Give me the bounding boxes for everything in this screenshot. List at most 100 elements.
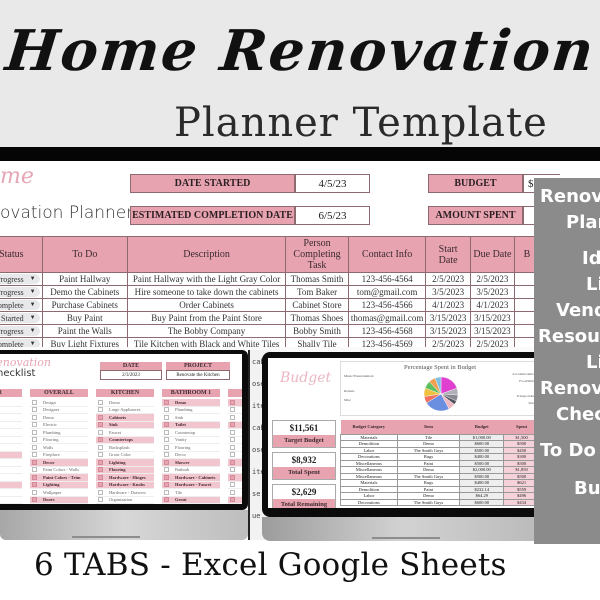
checkbox[interactable] bbox=[230, 459, 235, 465]
est-completion-field[interactable]: 6/5/23 bbox=[295, 206, 370, 225]
checklist-item[interactable] bbox=[228, 482, 242, 489]
checklist-item[interactable]: Doors bbox=[30, 496, 88, 504]
checkbox-unchecked[interactable] bbox=[98, 489, 103, 495]
checklist-item[interactable] bbox=[228, 444, 242, 452]
person-cell[interactable]: Cabinet Store bbox=[285, 298, 349, 312]
checklist-item[interactable]: Demo bbox=[96, 399, 154, 407]
checklist-item[interactable] bbox=[228, 437, 242, 444]
checklist-item[interactable]: Lighting bbox=[30, 481, 88, 489]
checkbox-unchecked[interactable] bbox=[32, 437, 37, 443]
checkbox-unchecked[interactable] bbox=[98, 407, 103, 413]
checklist-item[interactable] bbox=[0, 497, 22, 504]
start-date-cell[interactable]: 3/5/2023 bbox=[425, 285, 471, 299]
person-cell[interactable]: Thomas Shoes bbox=[285, 311, 349, 325]
checkbox-unchecked[interactable] bbox=[164, 444, 169, 450]
checklist-item[interactable] bbox=[228, 414, 242, 422]
description-cell[interactable]: Hire someone to take down the cabinets bbox=[126, 285, 287, 299]
checklist-item[interactable]: Sink bbox=[96, 421, 154, 429]
checkbox-unchecked[interactable] bbox=[164, 429, 169, 435]
checklist-item[interactable]: Backsplash bbox=[96, 444, 154, 452]
checkbox-checked[interactable] bbox=[164, 459, 169, 465]
checklist-item[interactable]: Designer bbox=[30, 407, 88, 414]
checklist-item[interactable] bbox=[228, 459, 242, 467]
checklist-item[interactable]: Plumbing bbox=[162, 407, 220, 414]
status-dropdown[interactable]: Complete ▼ bbox=[0, 300, 40, 311]
checklist-item[interactable]: Hardware - Hinges bbox=[96, 474, 154, 482]
checklist-item[interactable]: Demo bbox=[30, 414, 88, 422]
person-cell[interactable]: Thomas Smith bbox=[285, 272, 349, 286]
checklist-item[interactable]: Hardware - Knobs bbox=[96, 481, 154, 489]
checkbox-checked[interactable] bbox=[98, 474, 103, 480]
checklist-item[interactable]: Countertops bbox=[96, 436, 154, 444]
contact-cell[interactable]: 123-456-4568 bbox=[347, 324, 427, 338]
checklist-item[interactable] bbox=[228, 474, 242, 482]
checklist-item[interactable] bbox=[228, 452, 242, 459]
due-date-cell[interactable]: 3/15/2023 bbox=[469, 324, 515, 338]
checkbox-checked[interactable] bbox=[164, 482, 169, 488]
checkbox[interactable] bbox=[230, 489, 235, 495]
start-date-cell[interactable]: 2/5/2023 bbox=[425, 272, 471, 286]
checklist-item[interactable] bbox=[0, 444, 22, 452]
checkbox-checked[interactable] bbox=[98, 422, 103, 428]
checklist-item[interactable]: Grout bbox=[162, 496, 220, 504]
checkbox-checked[interactable] bbox=[164, 399, 169, 405]
checkbox-unchecked[interactable] bbox=[98, 444, 103, 450]
checklist-item[interactable] bbox=[228, 496, 242, 504]
checklist-item[interactable] bbox=[0, 474, 22, 482]
checkbox-unchecked[interactable] bbox=[32, 407, 37, 413]
budget-amount-cell[interactable]: $600.00 bbox=[459, 498, 505, 506]
todo-cell[interactable]: Purchase Cabinets bbox=[41, 298, 128, 312]
checklist-item[interactable]: Hardware - Drawers bbox=[96, 489, 154, 497]
start-date-cell[interactable]: 3/15/2023 bbox=[425, 311, 471, 325]
checkbox-unchecked[interactable] bbox=[164, 467, 169, 473]
description-cell[interactable]: The Bobby Company bbox=[126, 324, 287, 338]
checklist-item[interactable]: Paint Colors - Doors bbox=[0, 429, 22, 437]
checklist-item[interactable] bbox=[0, 414, 22, 422]
checkbox-checked[interactable] bbox=[164, 422, 169, 428]
checkbox-unchecked[interactable] bbox=[32, 429, 37, 435]
checkbox-checked[interactable] bbox=[164, 497, 169, 503]
person-cell[interactable]: Tom Baker bbox=[285, 285, 349, 299]
status-dropdown[interactable]: In Progress ▼ bbox=[0, 274, 40, 285]
checklist-item[interactable]: Landscaping bbox=[0, 451, 22, 459]
checklist-item[interactable]: Paint Colors - Trim bbox=[30, 474, 88, 482]
checkbox-checked[interactable] bbox=[98, 437, 103, 443]
checkbox-unchecked[interactable] bbox=[164, 489, 169, 495]
checkbox-unchecked[interactable] bbox=[98, 399, 103, 405]
checklist-item[interactable]: Design bbox=[30, 399, 88, 407]
start-date-cell[interactable]: 4/1/2023 bbox=[425, 298, 471, 312]
contact-cell[interactable]: tom@gmail.com bbox=[347, 285, 427, 299]
checkbox-checked[interactable] bbox=[98, 459, 103, 465]
checkbox-checked[interactable] bbox=[98, 482, 103, 488]
checkbox[interactable] bbox=[230, 407, 235, 413]
checklist-item[interactable]: Electric bbox=[30, 422, 88, 429]
checklist-item[interactable]: Hardware - Cabinets bbox=[162, 474, 220, 482]
checklist-item[interactable]: Shower bbox=[162, 459, 220, 467]
todo-cell[interactable]: Paint Hallway bbox=[41, 272, 128, 286]
checklist-item[interactable]: Wallpaper bbox=[30, 489, 88, 497]
person-cell[interactable]: Bobby Smith bbox=[285, 324, 349, 338]
checklist-item[interactable]: Cabinets bbox=[96, 414, 154, 422]
checklist-date-field[interactable]: 2/3/2023 bbox=[100, 370, 162, 380]
checklist-item[interactable]: Grout Color bbox=[96, 452, 154, 459]
checklist-item[interactable]: Decor bbox=[30, 459, 88, 467]
checkbox-checked[interactable] bbox=[32, 497, 37, 503]
checklist-item[interactable]: Fireplace bbox=[30, 452, 88, 459]
checkbox-unchecked[interactable] bbox=[98, 452, 103, 458]
checkbox-unchecked[interactable] bbox=[164, 437, 169, 443]
checklist-item[interactable]: Toilet bbox=[162, 421, 220, 429]
todo-cell[interactable]: Demo the Cabinets bbox=[41, 285, 128, 299]
checklist-item[interactable] bbox=[228, 407, 242, 414]
checklist-item[interactable]: Plumbing bbox=[30, 429, 88, 437]
checkbox[interactable] bbox=[230, 474, 235, 480]
status-dropdown[interactable]: In Progress ▼ bbox=[0, 287, 40, 298]
checkbox[interactable] bbox=[230, 467, 235, 473]
todo-cell[interactable]: Paint the Walls bbox=[41, 324, 128, 338]
checkbox-unchecked[interactable] bbox=[164, 407, 169, 413]
checkbox[interactable] bbox=[230, 482, 235, 488]
checklist-item[interactable]: Bathtub bbox=[162, 467, 220, 474]
checkbox-checked[interactable] bbox=[32, 482, 37, 488]
checkbox-checked[interactable] bbox=[32, 474, 37, 480]
checklist-item[interactable] bbox=[228, 429, 242, 437]
checkbox-unchecked[interactable] bbox=[32, 452, 37, 458]
